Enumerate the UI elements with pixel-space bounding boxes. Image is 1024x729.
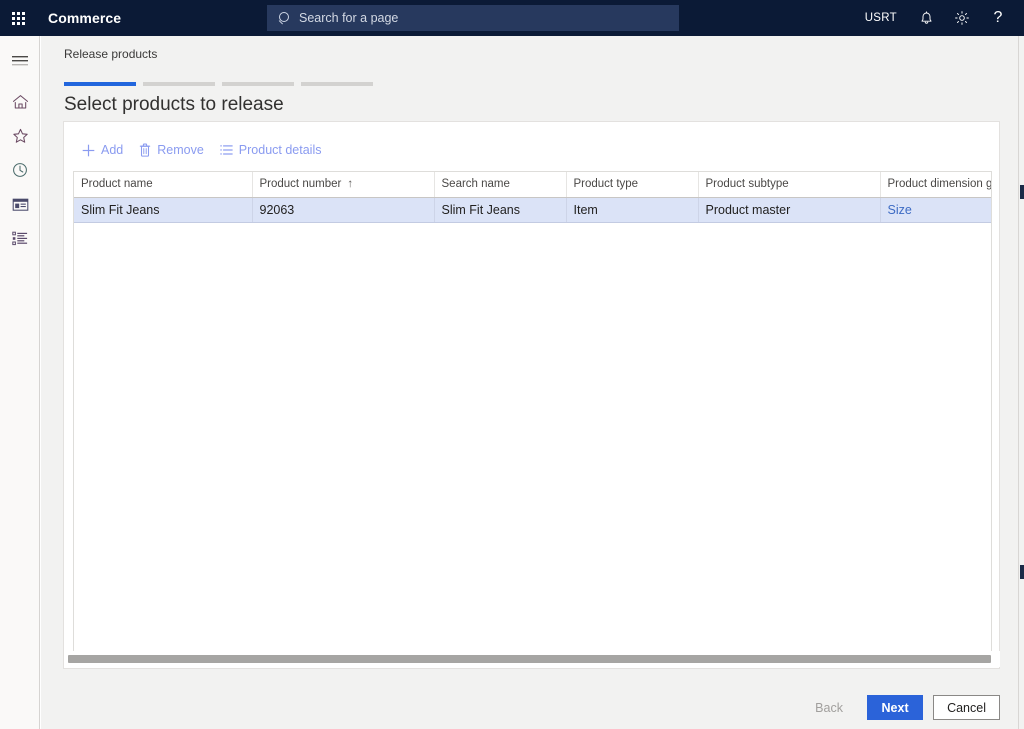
breadcrumb[interactable]: Release products xyxy=(64,47,157,61)
search-box[interactable]: Search for a page xyxy=(267,5,679,31)
column-label: Product number xyxy=(260,178,342,190)
home-icon xyxy=(12,94,29,110)
add-button[interactable]: Add xyxy=(74,136,131,164)
left-navigation-rail xyxy=(0,36,40,729)
sidebar-item-expand-nav[interactable] xyxy=(0,44,40,78)
cell-product-type[interactable]: Item xyxy=(566,197,698,222)
gear-icon xyxy=(954,10,970,26)
content-card: Add Remove xyxy=(63,121,1000,669)
column-label: Product type xyxy=(574,178,639,190)
search-icon xyxy=(278,12,291,25)
remove-button[interactable]: Remove xyxy=(131,136,212,164)
column-header-product-dimension-group[interactable]: Product dimension group xyxy=(880,172,992,197)
page-scrollbar-mark-bottom[interactable] xyxy=(1020,565,1024,579)
product-details-button-label: Product details xyxy=(239,143,322,157)
product-details-button[interactable]: Product details xyxy=(212,136,330,164)
settings-button[interactable] xyxy=(944,0,980,36)
app-launcher-button[interactable] xyxy=(0,0,36,36)
list-details-icon xyxy=(220,144,233,156)
clock-icon xyxy=(12,162,28,178)
back-button[interactable]: Back xyxy=(801,695,857,720)
horizontal-scrollbar-track[interactable] xyxy=(65,651,1000,667)
next-button[interactable]: Next xyxy=(867,695,923,720)
right-edge-divider xyxy=(1018,36,1019,729)
sort-ascending-icon: ↑ xyxy=(347,178,353,190)
top-navigation-bar: Commerce Search for a page USRT xyxy=(0,0,1024,36)
column-header-product-number[interactable]: Product number ↑ xyxy=(252,172,434,197)
wizard-step-indicator xyxy=(64,82,373,86)
star-icon xyxy=(12,128,29,144)
sidebar-item-recent[interactable] xyxy=(0,153,40,187)
column-header-product-name[interactable]: Product name xyxy=(74,172,252,197)
trash-icon xyxy=(139,143,151,157)
column-label: Product name xyxy=(81,178,153,190)
bell-icon xyxy=(919,10,934,26)
products-table: Product name Product number ↑ Search name… xyxy=(74,172,992,223)
hamburger-menu-icon xyxy=(12,55,28,67)
page-scrollbar-mark-top[interactable] xyxy=(1020,185,1024,199)
page-title: Select products to release xyxy=(64,94,284,116)
cell-product-dimension-group[interactable]: Size xyxy=(880,197,992,222)
cancel-button[interactable]: Cancel xyxy=(933,695,1000,720)
column-label: Product subtype xyxy=(706,178,789,190)
help-button[interactable]: ? xyxy=(980,0,1016,36)
workspaces-icon xyxy=(12,197,29,212)
sidebar-item-workspaces[interactable] xyxy=(0,187,40,221)
cell-search-name[interactable]: Slim Fit Jeans xyxy=(434,197,566,222)
page-container: Release products Select products to rele… xyxy=(41,36,1024,729)
waffle-grid-icon xyxy=(12,12,25,25)
table-row[interactable]: Slim Fit Jeans 92063 Slim Fit Jeans Item… xyxy=(74,197,992,222)
column-header-product-type[interactable]: Product type xyxy=(566,172,698,197)
cell-product-subtype[interactable]: Product master xyxy=(698,197,880,222)
column-label: Search name xyxy=(442,178,510,190)
horizontal-scrollbar-thumb[interactable] xyxy=(68,655,991,663)
cell-product-name[interactable]: Slim Fit Jeans xyxy=(74,197,252,222)
column-header-product-subtype[interactable]: Product subtype xyxy=(698,172,880,197)
plus-icon xyxy=(82,144,95,157)
wizard-footer: Back Next Cancel xyxy=(801,695,1000,720)
cell-product-number[interactable]: 92063 xyxy=(252,197,434,222)
product-dimension-group-link[interactable]: Size xyxy=(888,203,912,217)
products-grid: Product name Product number ↑ Search name… xyxy=(73,171,992,661)
question-mark-icon: ? xyxy=(994,10,1003,26)
add-button-label: Add xyxy=(101,143,123,157)
company-selector[interactable]: USRT xyxy=(854,0,908,36)
rail-spacer xyxy=(0,78,39,85)
sidebar-item-modules[interactable] xyxy=(0,221,40,255)
modules-list-icon xyxy=(12,231,28,246)
wizard-step-1[interactable] xyxy=(64,82,136,86)
app-title: Commerce xyxy=(48,10,121,26)
topbar-actions: USRT ? xyxy=(854,0,1016,36)
wizard-step-2[interactable] xyxy=(143,82,215,86)
column-label: Product dimension group xyxy=(888,178,993,190)
table-header: Product name Product number ↑ Search name… xyxy=(74,172,992,197)
column-header-search-name[interactable]: Search name xyxy=(434,172,566,197)
remove-button-label: Remove xyxy=(157,143,204,157)
table-body: Slim Fit Jeans 92063 Slim Fit Jeans Item… xyxy=(74,197,992,222)
sidebar-item-home[interactable] xyxy=(0,85,40,119)
notifications-button[interactable] xyxy=(908,0,944,36)
wizard-step-4[interactable] xyxy=(301,82,373,86)
wizard-step-3[interactable] xyxy=(222,82,294,86)
grid-action-toolbar: Add Remove xyxy=(64,122,999,178)
table-header-row: Product name Product number ↑ Search name… xyxy=(74,172,992,197)
search-input-placeholder[interactable]: Search for a page xyxy=(299,11,398,25)
sidebar-item-favorites[interactable] xyxy=(0,119,40,153)
